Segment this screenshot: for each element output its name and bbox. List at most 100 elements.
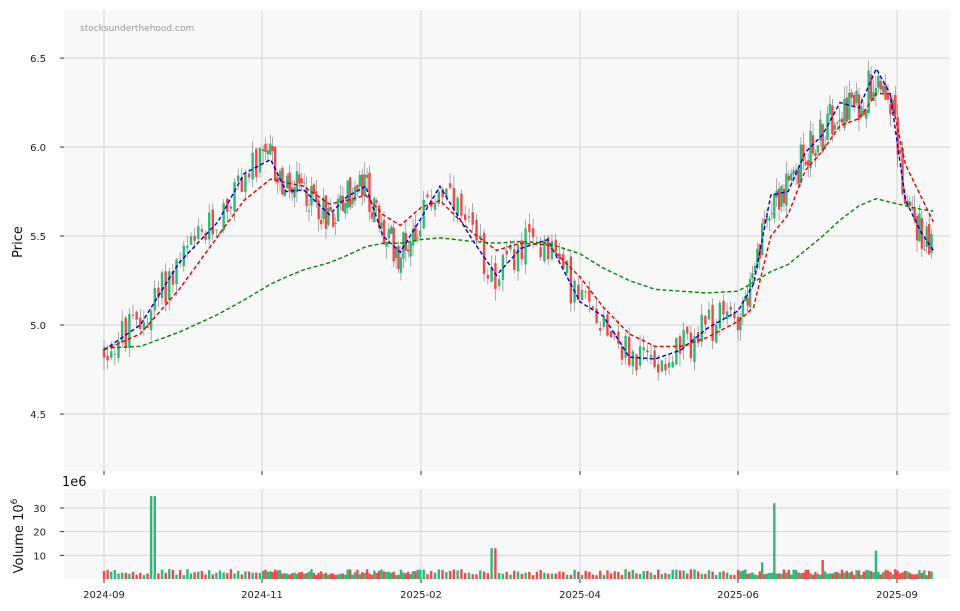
candle-body bbox=[197, 226, 200, 239]
volume-bar bbox=[620, 574, 624, 579]
candle-body bbox=[638, 346, 642, 366]
candle-body bbox=[273, 147, 277, 181]
candle-body bbox=[312, 184, 316, 194]
candle-body bbox=[580, 289, 584, 300]
candle-body bbox=[419, 230, 422, 237]
candle-body bbox=[164, 271, 167, 304]
candle-body bbox=[602, 317, 606, 327]
candle-body bbox=[741, 301, 745, 317]
volume-bar bbox=[881, 572, 885, 579]
candle-body bbox=[528, 224, 531, 233]
candle-body bbox=[361, 174, 364, 196]
volume-bar bbox=[642, 571, 645, 579]
volume-bar bbox=[200, 570, 204, 579]
volume-bar bbox=[244, 571, 247, 579]
volume-bar bbox=[171, 569, 175, 579]
volume-bar bbox=[160, 569, 164, 579]
candle-body bbox=[207, 212, 211, 240]
volume-bar bbox=[524, 572, 527, 579]
candle-body bbox=[664, 363, 667, 371]
volume-bar bbox=[819, 574, 822, 579]
volume-bar bbox=[182, 575, 185, 579]
volume-bar bbox=[915, 574, 919, 579]
volume-bar bbox=[264, 569, 267, 579]
volume-bar bbox=[416, 569, 420, 579]
volume-bar bbox=[397, 574, 400, 579]
candle-body bbox=[657, 364, 660, 373]
candle-body bbox=[797, 168, 800, 185]
volume-bar bbox=[368, 573, 371, 579]
candle-body bbox=[286, 175, 289, 189]
candle-body bbox=[341, 195, 345, 212]
volume-bar bbox=[580, 574, 584, 579]
candle-body bbox=[397, 245, 400, 270]
chart-canvas: 2024-09 2024-11 2025-02 2025-04 2025-06 2025-… bbox=[10, 10, 950, 601]
volume-bar bbox=[509, 574, 512, 579]
candle-body bbox=[295, 171, 299, 193]
candle-body bbox=[524, 228, 527, 265]
candle-body bbox=[631, 351, 635, 367]
candle-body bbox=[463, 214, 467, 220]
candle-body bbox=[606, 314, 609, 336]
volume-bar bbox=[725, 572, 729, 579]
candle-body bbox=[269, 143, 272, 155]
volume-bar bbox=[226, 573, 229, 579]
candle-body bbox=[482, 232, 486, 275]
candle-body bbox=[392, 227, 395, 262]
volume-bar bbox=[113, 570, 117, 579]
volume-bar bbox=[855, 570, 858, 579]
volume-bar bbox=[664, 573, 667, 579]
volume-bar bbox=[653, 574, 656, 579]
volume-bar bbox=[375, 572, 378, 579]
price-y-tick-label: 5.0 bbox=[30, 321, 46, 332]
x-tick-label: 2025-02 bbox=[400, 590, 442, 601]
candle-body bbox=[387, 229, 391, 239]
candle-body bbox=[588, 290, 591, 302]
candle-body bbox=[826, 113, 829, 141]
volume-bar bbox=[467, 572, 471, 579]
candle-body bbox=[852, 94, 856, 107]
volume-bar bbox=[588, 572, 591, 579]
volume-bar bbox=[317, 572, 320, 579]
watermark: stocksunderthehood.com bbox=[80, 24, 194, 34]
candle-body bbox=[251, 152, 254, 180]
candle-body bbox=[799, 144, 803, 183]
volume-bar bbox=[490, 548, 493, 579]
volume-bar bbox=[463, 573, 467, 579]
volume-bar bbox=[711, 571, 714, 579]
volume-bar bbox=[569, 574, 573, 579]
volume-bar bbox=[558, 571, 561, 579]
volume-bar bbox=[787, 569, 791, 579]
volume-bar bbox=[753, 574, 757, 579]
candle-body bbox=[131, 314, 135, 316]
volume-bar bbox=[193, 572, 196, 579]
volume-bar bbox=[631, 569, 635, 579]
volume-bar bbox=[836, 571, 839, 579]
volume-bar bbox=[189, 573, 193, 579]
candle-body bbox=[729, 306, 732, 310]
candle-body bbox=[255, 148, 258, 178]
candle-body bbox=[865, 110, 868, 119]
x-tick-label: 2025-06 bbox=[717, 590, 759, 601]
volume-bar bbox=[550, 573, 554, 579]
candle-body bbox=[725, 311, 729, 320]
volume-bar bbox=[407, 571, 410, 579]
volume-bar bbox=[649, 572, 653, 579]
candle-body bbox=[804, 161, 807, 165]
volume-bar bbox=[139, 572, 142, 579]
volume-bar bbox=[700, 574, 703, 579]
volume-bar bbox=[809, 573, 812, 579]
volume-bar bbox=[229, 569, 233, 579]
volume-bar bbox=[380, 569, 383, 579]
volume-bar bbox=[298, 572, 301, 579]
volume-bar bbox=[833, 572, 836, 579]
volume-bar bbox=[693, 569, 696, 579]
volume-bar bbox=[222, 572, 225, 579]
candle-body bbox=[327, 207, 330, 225]
candle-body bbox=[351, 199, 354, 205]
volume-bar bbox=[273, 569, 277, 579]
candle-body bbox=[923, 249, 926, 251]
volume-bar bbox=[896, 570, 899, 579]
volume-bar bbox=[286, 573, 289, 579]
volume-bar bbox=[891, 574, 895, 579]
